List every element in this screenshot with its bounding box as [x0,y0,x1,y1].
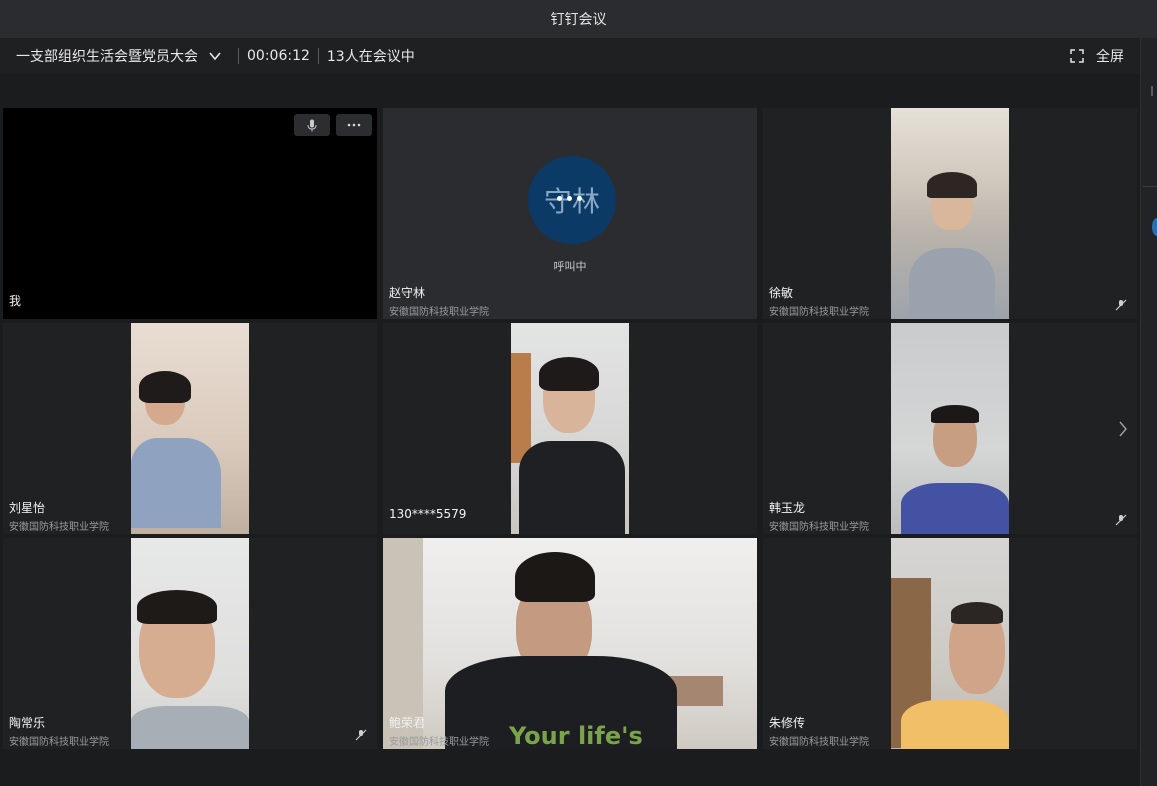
video-tile[interactable]: 徐敏 安徽国防科技职业学院 [763,108,1137,319]
video-tile[interactable]: Your life's 鲍荣君 安徽国防科技职业学院 [383,538,757,749]
meeting-timer: 00:06:12 [247,48,310,64]
fullscreen-icon [1070,49,1084,63]
shirt-print: Your life's [509,722,643,749]
video-tile[interactable]: 韩玉龙 安徽国防科技职业学院 [763,323,1137,534]
participant-name: 韩玉龙 [769,501,806,515]
participant-name: 130****5579 [389,507,467,521]
fullscreen-label: 全屏 [1096,49,1124,65]
participant-org: 安徽国防科技职业学院 [769,737,869,748]
divider [317,48,319,64]
video-tile[interactable]: 朱修传 安徽国防科技职业学院 [763,538,1137,749]
microphone-icon [307,119,317,131]
participant-name: 鲍荣君 [389,716,426,730]
side-panel-edge[interactable] [1140,38,1157,786]
video-tile-self[interactable]: 我 [3,108,377,319]
mic-muted-icon [1115,514,1127,526]
more-icon [347,123,361,127]
panel-divider [1143,186,1157,187]
bottom-bar [0,752,1140,786]
participant-org: 安徽国防科技职业学院 [389,307,489,318]
window-titlebar: 钉钉会议 [0,0,1157,38]
mic-muted-icon [1115,299,1127,311]
video-feed [891,323,1009,534]
participant-org: 安徽国防科技职业学院 [9,737,109,748]
mic-button[interactable] [294,114,330,136]
participant-name: 我 [9,294,22,308]
participant-name: 赵守林 [389,286,426,300]
video-tile-calling[interactable]: 守林 呼叫中 赵守林 安徽国防科技职业学院 [383,108,757,319]
divider [238,48,239,64]
video-tile[interactable]: 刘星怡 安徽国防科技职业学院 [3,323,377,534]
fullscreen-button[interactable]: 全屏 [1070,38,1124,74]
participant-name: 徐敏 [769,286,794,300]
participant-name: 陶常乐 [9,716,46,730]
more-button[interactable] [336,114,372,136]
calling-dots-icon [557,196,582,201]
chevron-right-icon[interactable] [1117,419,1129,439]
video-feed [891,108,1009,319]
window-title: 钉钉会议 [550,12,607,28]
mic-muted-icon [355,729,367,741]
video-feed [131,538,249,749]
video-feed [131,323,249,534]
video-tile[interactable]: 130****5579 [383,323,757,534]
participant-org: 安徽国防科技职业学院 [389,737,489,748]
video-feed [891,538,1009,749]
participant-count[interactable]: 13人在会议中 [327,46,415,66]
call-status: 呼叫中 [553,260,587,273]
participant-org: 安徽国防科技职业学院 [769,307,869,318]
video-feed: Your life's [383,538,757,749]
participant-name: 刘星怡 [9,501,46,515]
participant-org: 安徽国防科技职业学院 [9,522,109,533]
participant-name: 朱修传 [769,716,806,730]
video-tile[interactable]: 陶常乐 安徽国防科技职业学院 [3,538,377,749]
chevron-down-icon[interactable] [208,49,222,63]
panel-marker [1151,86,1157,96]
panel-indicator [1152,218,1157,236]
meeting-info-bar: 一支部组织生活会暨党员大会 00:06:12 13人在会议中 全屏 [0,38,1140,74]
meeting-name[interactable]: 一支部组织生活会暨党员大会 [16,46,198,66]
toolbar-spacer [0,74,1140,104]
participant-org: 安徽国防科技职业学院 [769,522,869,533]
video-feed [511,323,629,534]
